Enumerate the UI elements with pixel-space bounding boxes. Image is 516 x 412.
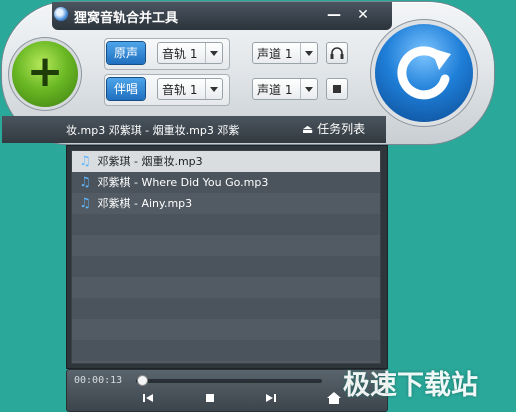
file-name: 邓紫棋 - Ainy.mp3 (97, 197, 193, 210)
headphones-icon (330, 47, 344, 59)
original-voice-label[interactable]: 原声 (107, 42, 145, 64)
chevron-down-icon (205, 79, 222, 99)
list-item[interactable]: ♫ 邓紫棋 - Ainy.mp3 (72, 193, 380, 214)
previous-button[interactable] (140, 391, 156, 405)
app-title: 狸窝音轨合并工具 (74, 11, 179, 26)
playback-time: 00:00:13 (74, 375, 123, 386)
seek-handle[interactable] (138, 376, 147, 385)
original-track-select[interactable]: 音轨 1 (157, 42, 223, 64)
file-list[interactable]: ♫ 邓紫琪 - 烟重妆.mp3 ♫ 邓紫棋 - Where Did You Go… (71, 150, 381, 364)
stop-playback-button[interactable] (202, 391, 218, 405)
music-note-icon: ♫ (79, 154, 91, 169)
chevron-down-icon (205, 43, 222, 63)
refresh-arrow-icon (397, 46, 451, 100)
music-note-icon: ♫ (79, 196, 91, 211)
accompaniment-track-value: 音轨 1 (162, 83, 198, 97)
stop-icon (333, 85, 341, 93)
scrolling-file-text: 妆.mp3 邓紫琪 - 烟重妆.mp3 邓紫 (66, 124, 240, 137)
stop-icon (206, 394, 214, 402)
watermark-text: 极速下载站 (343, 370, 478, 401)
task-list-label: 任务列表 (317, 122, 366, 136)
original-channel-select[interactable]: 声道 1 (252, 42, 318, 64)
accompaniment-track-select[interactable]: 音轨 1 (157, 78, 223, 100)
skip-forward-icon (266, 394, 276, 402)
home-icon (327, 392, 341, 404)
list-item[interactable]: ♫ 邓紫琪 - 烟重妆.mp3 (72, 151, 380, 172)
original-track-value: 音轨 1 (162, 47, 198, 61)
original-channel-value: 声道 1 (257, 47, 293, 61)
app-logo-icon (54, 7, 68, 21)
add-file-button[interactable]: + (12, 41, 78, 107)
stop-preview-button[interactable] (326, 78, 348, 100)
file-name: 邓紫棋 - Where Did You Go.mp3 (97, 176, 269, 189)
music-note-icon: ♫ (79, 175, 91, 190)
list-item[interactable]: ♫ 邓紫棋 - Where Did You Go.mp3 (72, 172, 380, 193)
close-button[interactable]: ✕ (352, 6, 374, 24)
minimize-button[interactable]: — (323, 6, 345, 24)
accompaniment-channel-value: 声道 1 (257, 83, 293, 97)
next-button[interactable] (263, 391, 279, 405)
home-button[interactable] (326, 391, 342, 405)
task-list-toggle[interactable]: ⏏ 任务列表 (302, 120, 365, 137)
chevron-down-icon (300, 79, 317, 99)
plus-icon: + (26, 46, 64, 97)
headphones-button[interactable] (326, 42, 348, 64)
accompaniment-label[interactable]: 伴唱 (107, 78, 145, 100)
file-name: 邓紫琪 - 烟重妆.mp3 (97, 155, 203, 168)
skip-back-icon (143, 394, 153, 402)
start-merge-button[interactable] (375, 24, 473, 122)
chevron-down-icon (300, 43, 317, 63)
seek-bar[interactable] (136, 379, 322, 383)
eject-icon: ⏏ (302, 122, 314, 136)
accompaniment-channel-select[interactable]: 声道 1 (252, 78, 318, 100)
